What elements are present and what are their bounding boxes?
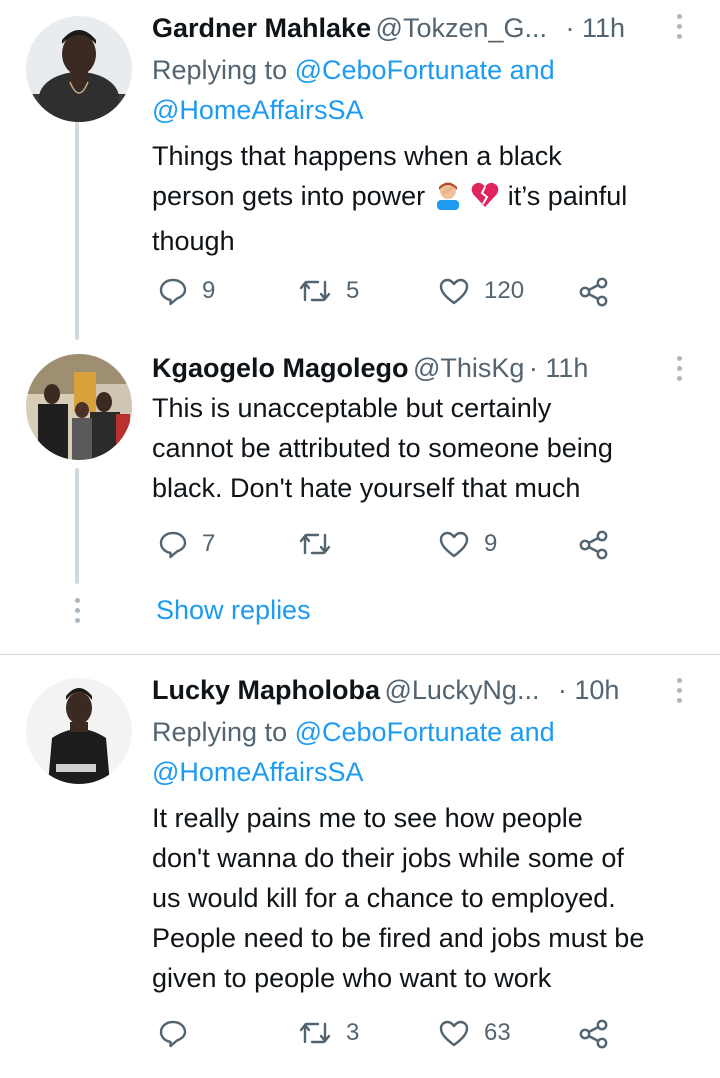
tweet-header: Gardner Mahlake @Tokzen_G... · 11h [152, 8, 625, 53]
avatar-lucky[interactable] [26, 678, 132, 784]
replying-to-link-2[interactable]: @HomeAffairsSA [152, 90, 363, 130]
tweet-text: It really pains me to see how people don… [152, 798, 702, 998]
user-handle[interactable]: @Tokzen_G... [376, 13, 547, 43]
timestamp[interactable]: · 10h [558, 675, 620, 705]
share-icon [579, 1019, 608, 1049]
replying-to: Replying to @CeboFortunate and [152, 50, 555, 90]
avatar-kgaogelo[interactable] [26, 354, 132, 460]
thread-line [75, 122, 79, 340]
tweet-text-line: cannot be attributed to someone being [152, 433, 613, 463]
reply-button[interactable]: 9 [158, 276, 215, 306]
like-icon [439, 1020, 469, 1047]
tweet-text-segment: person gets into power [152, 181, 426, 211]
like-count: 9 [484, 530, 498, 557]
tweet-header: Lucky Mapholoba @LuckyNg... · 10h [152, 670, 619, 715]
display-name[interactable]: Kgaogelo Magolego [152, 353, 409, 383]
tweet-text-line: us would kill for a chance to employed. [152, 883, 616, 913]
reply-count: 9 [202, 277, 216, 304]
display-name[interactable]: Lucky Mapholoba [152, 675, 380, 705]
broken-heart-emoji [470, 180, 500, 221]
share-button[interactable] [578, 1018, 610, 1050]
display-name[interactable]: Gardner Mahlake [152, 13, 371, 43]
replying-to-label: Replying to [152, 55, 288, 85]
tweet-text-line: given to people who want to work [152, 963, 552, 993]
tweet-text-line: People need to be fired and jobs must be [152, 923, 645, 953]
tweet-text: Things that happens when a black person … [152, 136, 702, 261]
tweet-text-line: don't wanna do their jobs while some of [152, 843, 624, 873]
retweet-button[interactable]: 3 [298, 1018, 359, 1048]
like-count: 120 [484, 277, 525, 304]
reply-icon [159, 278, 187, 306]
tweet-text: This is unacceptable but certainly canno… [152, 388, 702, 508]
like-button[interactable]: 9 [438, 529, 497, 559]
avatar-gardner[interactable] [26, 16, 132, 122]
replying-to-link[interactable]: @CeboFortunate and [295, 717, 555, 747]
retweet-icon [299, 533, 331, 555]
tweet-text-line: It really pains me to see how people [152, 803, 583, 833]
replying-to-link[interactable]: @CeboFortunate and [295, 55, 555, 85]
more-icon[interactable] [676, 356, 682, 381]
more-icon[interactable] [676, 678, 682, 703]
retweet-button[interactable] [298, 529, 346, 559]
reply-button[interactable] [158, 1018, 202, 1048]
facepalm-emoji [433, 180, 463, 221]
show-replies-link[interactable]: Show replies [156, 590, 311, 630]
retweet-icon [299, 1022, 331, 1044]
share-button[interactable] [578, 276, 610, 308]
reply-icon [159, 1020, 187, 1048]
reply-button[interactable]: 7 [158, 529, 215, 559]
retweet-button[interactable]: 5 [298, 276, 359, 306]
tweet-text-line: though [152, 226, 235, 256]
reply-count: 7 [202, 530, 216, 557]
thread-continuation-dots [74, 598, 80, 623]
timestamp[interactable]: · 11h [565, 13, 625, 43]
tweet-text-line: This is unacceptable but certainly [152, 393, 552, 423]
thread-line [75, 468, 79, 584]
share-icon [579, 530, 608, 560]
replying-to-label: Replying to [152, 717, 288, 747]
replying-to: Replying to @CeboFortunate and [152, 712, 555, 752]
retweet-icon [299, 280, 331, 302]
more-icon[interactable] [676, 14, 682, 39]
replying-to-link-2[interactable]: @HomeAffairsSA [152, 752, 363, 792]
retweet-count: 3 [346, 1019, 360, 1046]
tweet-divider [0, 654, 720, 655]
like-count: 63 [484, 1019, 511, 1046]
reply-icon [159, 531, 187, 559]
share-button[interactable] [578, 529, 610, 561]
timestamp[interactable]: · 11h [529, 353, 589, 383]
share-icon [579, 277, 608, 307]
tweet-text-line: black. Don't hate yourself that much [152, 473, 581, 503]
tweet-text-line: person gets into power it’s painful [152, 176, 702, 221]
like-button[interactable]: 63 [438, 1018, 511, 1048]
user-handle[interactable]: @ThisKg [413, 353, 524, 383]
like-button[interactable]: 120 [438, 276, 524, 306]
tweet-header: Kgaogelo Magolego @ThisKg · 11h [152, 348, 588, 393]
tweet-text-line: Things that happens when a black [152, 141, 562, 171]
user-handle[interactable]: @LuckyNg... [384, 675, 539, 705]
like-icon [439, 531, 469, 558]
like-icon [439, 278, 469, 305]
tweet-text-segment: it’s painful [507, 181, 628, 211]
retweet-count: 5 [346, 277, 360, 304]
